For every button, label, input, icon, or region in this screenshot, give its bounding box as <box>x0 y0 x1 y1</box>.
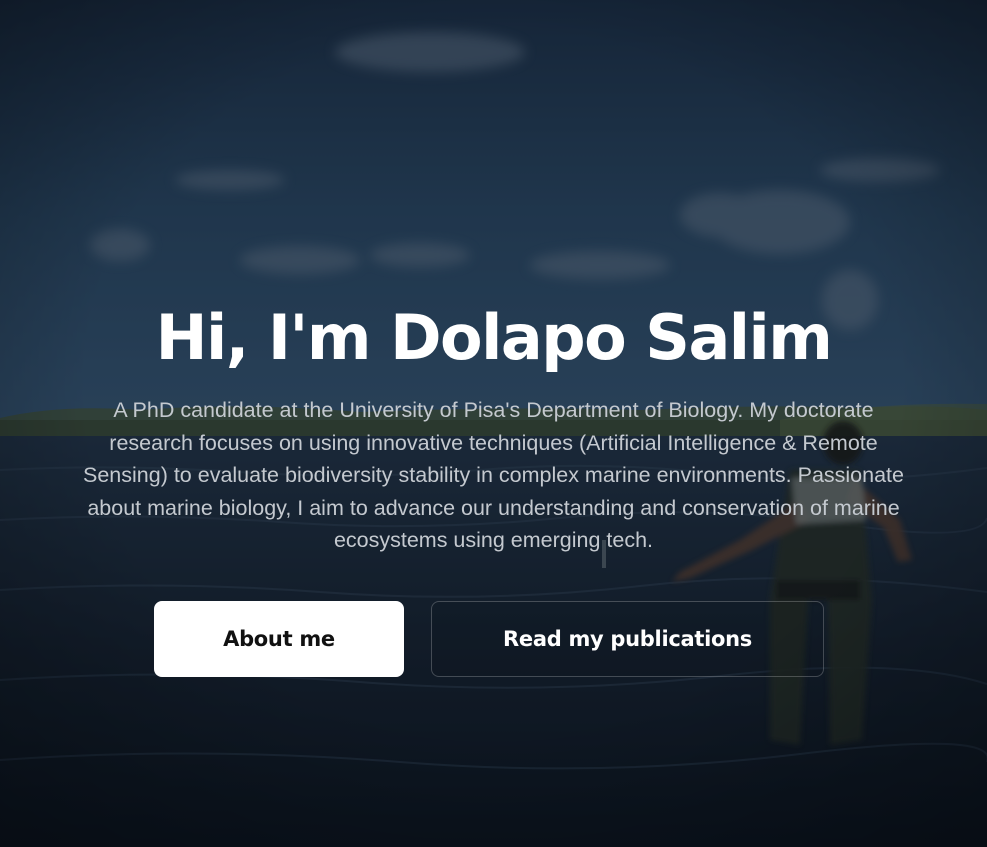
hero-bio: A PhD candidate at the University of Pis… <box>83 398 904 552</box>
about-me-button[interactable]: About me <box>154 601 404 677</box>
read-publications-button[interactable]: Read my publications <box>431 601 824 677</box>
hero-title: Hi, I'm Dolapo Salim <box>155 301 833 374</box>
hero-section: Hi, I'm Dolapo Salim A PhD candidate at … <box>0 0 987 847</box>
hero-content: Hi, I'm Dolapo Salim A PhD candidate at … <box>0 0 987 847</box>
